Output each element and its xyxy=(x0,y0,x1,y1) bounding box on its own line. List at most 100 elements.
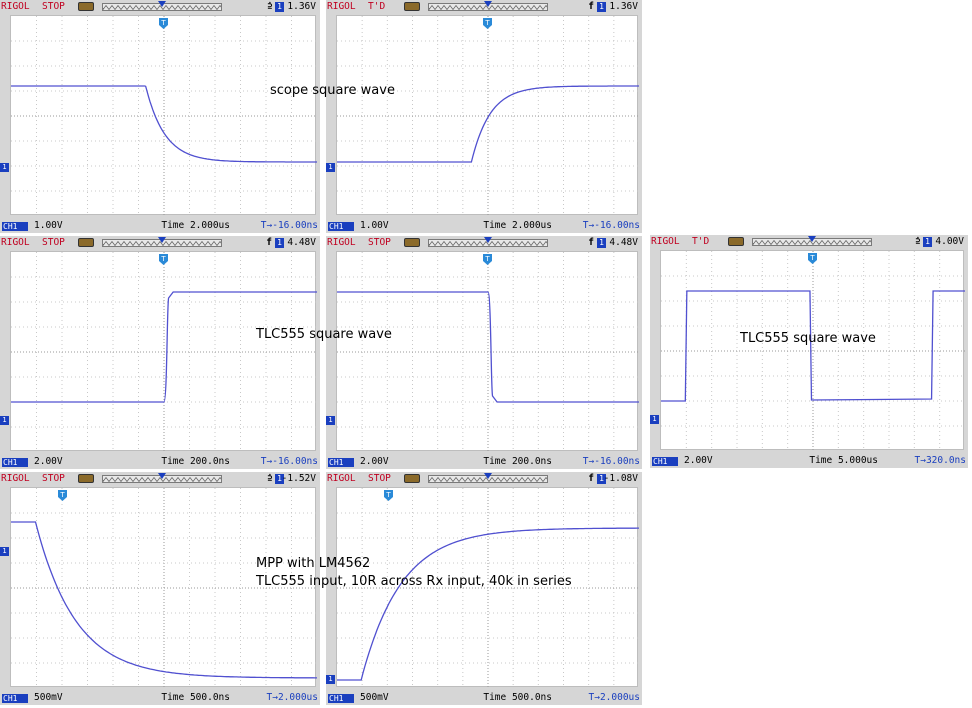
trigger-position-marker xyxy=(484,471,492,479)
scope-top-bar: RIGOL STOP ⫄ 1 1.36V xyxy=(0,0,320,14)
trigger-time-marker: T xyxy=(483,14,492,29)
graticule xyxy=(660,250,965,451)
trigger-level: 4.00V xyxy=(935,236,964,247)
channel-tag[interactable]: CH1 xyxy=(2,694,28,703)
scope-brand: RIGOL xyxy=(651,236,680,247)
run-state[interactable]: STOP xyxy=(42,472,65,486)
scope-bottom-bar: CH1 1.00V Time 2.000us T→-16.00ns xyxy=(0,219,320,233)
caption-tlc555-input-note: TLC555 input, 10R across Rx input, 40k i… xyxy=(256,574,572,589)
trigger-offset: T→-16.00ns xyxy=(582,220,640,231)
channel-tag[interactable]: CH1 xyxy=(328,222,354,231)
scope-display xyxy=(11,16,317,216)
scope-top-bar: RIGOL STOP f 1 4.48V xyxy=(326,236,642,250)
rising-edge-icon[interactable]: f xyxy=(588,472,594,486)
run-state[interactable]: STOP xyxy=(368,472,391,486)
trigger-position-marker xyxy=(158,235,166,243)
scope-bottom-bar: CH1 2.00V Time 200.0ns T→-16.00ns xyxy=(0,455,320,469)
graticule xyxy=(336,251,639,452)
timebase: Time 2.000us xyxy=(483,220,552,231)
scope-brand: RIGOL xyxy=(1,237,30,248)
scope-display xyxy=(661,251,965,451)
timebase: Time 200.0ns xyxy=(161,456,230,467)
trigger-time-marker: T xyxy=(483,250,492,265)
channel-tag[interactable]: CH1 xyxy=(2,222,28,231)
channel-tag[interactable]: CH1 xyxy=(652,457,678,466)
trigger-source-badge: 1 xyxy=(597,2,606,12)
ch1-waveform-trace xyxy=(11,291,317,403)
ch1-ground-marker: 1 xyxy=(650,415,659,424)
trigger-position-marker xyxy=(158,0,166,7)
trigger-position-marker xyxy=(484,0,492,7)
battery-icon xyxy=(78,238,94,247)
scope-top-bar: RIGOL T'D f 1 1.36V xyxy=(326,0,642,14)
trigger-offset: T→-16.00ns xyxy=(260,220,318,231)
scope-brand: RIGOL xyxy=(327,473,356,484)
timebase: Time 500.0ns xyxy=(161,692,230,703)
battery-icon xyxy=(78,2,94,11)
scope-bottom-bar: CH1 1.00V Time 2.000us T→-16.00ns xyxy=(326,219,642,233)
rising-edge-icon[interactable]: f xyxy=(588,0,594,14)
trigger-level: 1.36V xyxy=(609,1,638,12)
run-state[interactable]: STOP xyxy=(368,236,391,250)
falling-edge-icon[interactable]: ⫄ xyxy=(268,472,272,486)
graticule xyxy=(10,15,317,216)
scope-display xyxy=(11,252,317,452)
ch1-waveform-trace xyxy=(337,527,639,681)
battery-icon xyxy=(404,474,420,483)
scope-panel-3: RIGOL STOP f 1 4.48V T 1 CH1 2.00V Time 200.0ns T→… xyxy=(0,236,320,469)
trigger-time-marker: T xyxy=(808,249,817,264)
graticule xyxy=(336,15,639,216)
scope-bottom-bar: CH1 2.00V Time 200.0ns T→-16.00ns xyxy=(326,455,642,469)
scope-panel-5: RIGOL T'D ⫄ 1 4.00V T 1 CH1 2.00V Time 5.000us T→3… xyxy=(650,235,968,468)
trigger-position-marker xyxy=(158,471,166,479)
svg-text:T: T xyxy=(484,19,490,27)
channel-tag[interactable]: CH1 xyxy=(328,458,354,467)
vertical-scale: 2.00V xyxy=(360,456,389,467)
ch1-ground-marker: 1 xyxy=(0,416,9,425)
channel-tag[interactable]: CH1 xyxy=(328,694,354,703)
scope-panel-2: RIGOL T'D f 1 1.36V T 1 CH1 1.00V Time 2.000us T→-… xyxy=(326,0,642,233)
trigger-position-marker xyxy=(484,235,492,243)
trigger-source-badge: 1 xyxy=(597,238,606,248)
vertical-scale: 1.00V xyxy=(360,220,389,231)
scope-bottom-bar: CH1 2.00V Time 5.000us T→320.0ns xyxy=(650,454,968,468)
trigger-level: 4.48V xyxy=(609,237,638,248)
vertical-scale: 2.00V xyxy=(34,456,63,467)
timebase: Time 200.0ns xyxy=(483,456,552,467)
rising-edge-icon[interactable]: f xyxy=(588,236,594,250)
scope-panel-1: RIGOL STOP ⫄ 1 1.36V T 1 CH1 1.00V Time 2.000us T→… xyxy=(0,0,320,233)
ch1-waveform-trace xyxy=(337,291,639,403)
battery-icon xyxy=(404,2,420,11)
falling-edge-icon[interactable]: ⫄ xyxy=(916,235,920,249)
svg-text:T: T xyxy=(59,491,65,499)
trigger-time-marker: T xyxy=(159,250,168,265)
vertical-scale: 500mV xyxy=(360,692,389,703)
ch1-ground-marker: 1 xyxy=(326,416,335,425)
channel-tag[interactable]: CH1 xyxy=(2,458,28,467)
battery-icon xyxy=(78,474,94,483)
scope-panel-4: RIGOL STOP f 1 4.48V T 1 CH1 2.00V Time 200.0ns T→… xyxy=(326,236,642,469)
scope-bottom-bar: CH1 500mV Time 500.0ns T→2.000us xyxy=(0,691,320,705)
falling-edge-icon[interactable]: ⫄ xyxy=(268,0,272,14)
battery-icon xyxy=(728,237,744,246)
scope-display xyxy=(337,252,639,452)
scope-brand: RIGOL xyxy=(1,473,30,484)
ch1-ground-marker: 1 xyxy=(0,547,9,556)
trigger-level: 4.48V xyxy=(287,237,316,248)
run-state[interactable]: STOP xyxy=(42,0,65,14)
trigger-offset: T→2.000us xyxy=(588,692,640,703)
caption-tlc555-square-wave-2: TLC555 square wave xyxy=(740,331,876,346)
svg-text:T: T xyxy=(484,255,490,263)
run-state[interactable]: STOP xyxy=(42,236,65,250)
run-state[interactable]: T'D xyxy=(368,0,385,14)
timebase: Time 5.000us xyxy=(809,455,878,466)
caption-mpp-lm4562: MPP with LM4562 xyxy=(256,556,371,571)
rising-edge-icon[interactable]: f xyxy=(266,236,272,250)
run-state[interactable]: T'D xyxy=(692,235,709,249)
scope-top-bar: RIGOL STOP f 1 -1.08V xyxy=(326,472,642,486)
trigger-level: 1.36V xyxy=(287,1,316,12)
caption-tlc555-square-wave-1: TLC555 square wave xyxy=(256,327,392,342)
trigger-time-marker: T xyxy=(58,486,67,501)
scope-brand: RIGOL xyxy=(327,237,356,248)
svg-text:T: T xyxy=(809,254,815,262)
